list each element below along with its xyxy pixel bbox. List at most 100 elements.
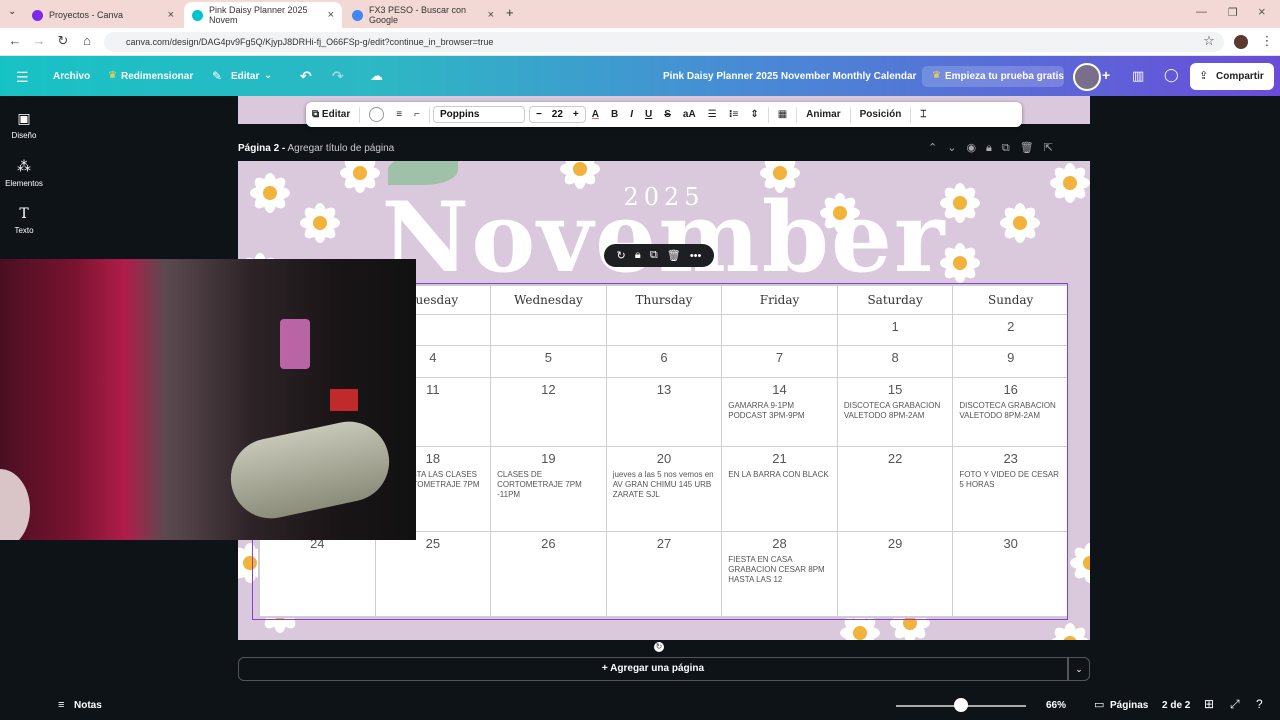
close-tab-icon[interactable]: × bbox=[168, 9, 174, 21]
add-page-button[interactable]: + Agregar una página bbox=[238, 657, 1068, 681]
day-event-text[interactable]: DISCOTECA GRABACION VALETODO 8PM-2AM bbox=[838, 397, 953, 421]
day-event-text[interactable]: jueves a las 5 nos vemos en AV GRAN CHIM… bbox=[607, 466, 722, 500]
calendar-day-cell[interactable]: 13 bbox=[605, 376, 723, 448]
tab-google[interactable]: FX3 PESO - Buscar con Google × bbox=[344, 2, 502, 28]
bookmark-star-icon[interactable]: ☆ bbox=[1200, 33, 1218, 49]
reload-icon[interactable]: ↻ bbox=[54, 33, 72, 49]
calendar-day-cell[interactable]: 14 GAMARRA 9-1PM PODCAST 3PM-9PM bbox=[721, 376, 838, 448]
redo-icon[interactable]: ↷ bbox=[332, 68, 344, 85]
calendar-day-cell[interactable]: 12 bbox=[490, 376, 607, 448]
day-event-text[interactable]: CLASES DE CORTOMETRAJE 7PM -11PM bbox=[491, 466, 606, 500]
delete-icon[interactable]: 🗑︎ bbox=[1020, 142, 1044, 154]
close-tab-icon[interactable]: × bbox=[328, 9, 334, 21]
calendar-day-cell[interactable]: 24 bbox=[259, 531, 376, 617]
sidebar-item-diseno[interactable]: ▣ Diseño bbox=[0, 110, 48, 140]
calendar-day-cell[interactable]: 16 DISCOTECA GRABACION VALETODO 8PM-2AM bbox=[952, 376, 1069, 448]
corner-rounding-icon[interactable]: ⌐ bbox=[408, 109, 426, 120]
day-event-text[interactable]: FOTO Y VIDEO DE CESAR 5 HORAS bbox=[953, 466, 1068, 490]
calendar-day-cell[interactable]: 5 bbox=[490, 345, 607, 378]
day-event-text[interactable]: EN LA BARRA CON BLACK bbox=[722, 466, 837, 480]
calendar-day-cell[interactable]: 25 bbox=[374, 531, 492, 617]
share-button[interactable]: ⇪ Compartir bbox=[1190, 63, 1274, 90]
calendar-day-cell[interactable]: 15 DISCOTECA GRABACION VALETODO 8PM-2AM bbox=[836, 376, 954, 448]
align-center-icon[interactable]: ☰ bbox=[702, 109, 723, 120]
user-avatar[interactable] bbox=[1073, 63, 1101, 91]
tab-proyectos[interactable]: Proyectos - Canva × bbox=[24, 2, 182, 28]
forward-icon[interactable]: → bbox=[30, 33, 48, 48]
underline-icon[interactable]: U bbox=[639, 109, 658, 120]
chevron-down-icon[interactable]: ⌄ bbox=[264, 70, 272, 81]
calendar-day-cell[interactable]: 9 bbox=[952, 345, 1069, 378]
notes-button[interactable]: Notas bbox=[74, 700, 102, 711]
strikethrough-icon[interactable]: S bbox=[658, 109, 677, 120]
lock-icon[interactable]: 🔒︎ bbox=[986, 142, 1002, 154]
editar-menu[interactable]: Editar bbox=[231, 71, 259, 82]
calendar-day-cell[interactable]: 20 jueves a las 5 nos vemos en AV GRAN CH… bbox=[605, 446, 723, 533]
calendar-day-cell[interactable]: 30 bbox=[952, 531, 1069, 617]
rotate-icon[interactable]: ↻ bbox=[617, 249, 626, 262]
document-title[interactable]: Pink Daisy Planner 2025 November Monthly… bbox=[663, 71, 916, 82]
decrease-size-icon[interactable]: − bbox=[536, 109, 542, 120]
bold-icon[interactable]: B bbox=[605, 109, 624, 120]
calendar-day-cell[interactable]: 7 bbox=[721, 345, 838, 378]
position-button[interactable]: Posición bbox=[854, 109, 908, 120]
redimensionar-button[interactable]: Redimensionar bbox=[121, 71, 193, 82]
trial-button[interactable]: ♛ Empieza tu prueba gratis bbox=[922, 66, 1064, 87]
duplicate-icon[interactable]: ⧉ bbox=[650, 249, 658, 262]
calendar-day-cell[interactable]: 6 bbox=[605, 345, 723, 378]
archivo-menu[interactable]: Archivo bbox=[53, 71, 90, 82]
edit-magic-button[interactable]: ⧉ Editar bbox=[306, 109, 356, 120]
spacing-icon[interactable]: ⇕ bbox=[744, 109, 764, 120]
close-window-icon[interactable]: × bbox=[1258, 4, 1266, 19]
day-event-text[interactable]: GAMARRA 9-1PM PODCAST 3PM-9PM bbox=[722, 397, 837, 421]
font-selector[interactable]: Poppins bbox=[432, 106, 525, 123]
tab-pink-daisy[interactable]: Pink Daisy Planner 2025 Novem × bbox=[184, 2, 342, 28]
insights-chart-icon[interactable]: ▥ bbox=[1132, 68, 1144, 84]
list-icon[interactable]: ⁝≡ bbox=[723, 109, 745, 120]
day-event-text[interactable]: FIESTA EN CASA GRABACION CESAR 8PM HASTA… bbox=[722, 551, 837, 585]
sidebar-item-elementos[interactable]: ⁂ Elementos bbox=[0, 158, 48, 188]
tab-list-chevron-icon[interactable]: ⌄ bbox=[8, 6, 16, 17]
pages-button[interactable]: Páginas bbox=[1110, 700, 1148, 711]
back-icon[interactable]: ← bbox=[6, 33, 24, 48]
calendar-day-cell[interactable]: 26 bbox=[490, 531, 607, 617]
fullscreen-icon[interactable]: ⤢ bbox=[1230, 697, 1240, 712]
calendar-day-cell[interactable] bbox=[605, 313, 723, 347]
text-color-icon[interactable]: A bbox=[586, 109, 605, 120]
sidebar-item-texto[interactable]: T Texto bbox=[0, 206, 48, 235]
calendar-day-cell[interactable] bbox=[490, 313, 607, 347]
animate-button[interactable]: Animar bbox=[800, 109, 846, 120]
duplicate-icon[interactable]: ⧉ bbox=[1002, 142, 1020, 154]
browser-menu-icon[interactable]: ⋮ bbox=[1258, 33, 1276, 49]
minimize-icon[interactable]: — bbox=[1196, 6, 1207, 18]
calendar-day-cell[interactable]: 21 EN LA BARRA CON BLACK bbox=[721, 446, 838, 533]
add-collaborator-icon[interactable]: + bbox=[1102, 67, 1110, 83]
new-tab-icon[interactable]: + bbox=[506, 5, 514, 20]
calendar-day-cell[interactable]: 8 bbox=[836, 345, 954, 378]
url-field[interactable]: canva.com/design/DAG4pv9Fg5Q/KjypJ8DRHi-… bbox=[104, 32, 1224, 52]
menu-icon[interactable]: ☰ bbox=[16, 69, 29, 86]
calendar-day-cell[interactable]: 2 bbox=[952, 313, 1069, 347]
lock-icon[interactable]: 🔒︎ bbox=[635, 249, 641, 262]
calendar-day-cell[interactable]: 28 FIESTA EN CASA GRABACION CESAR 8PM HAS… bbox=[721, 531, 838, 617]
calendar-day-cell[interactable]: 19 CLASES DE CORTOMETRAJE 7PM -11PM bbox=[490, 446, 607, 533]
calendar-day-cell[interactable]: 22 bbox=[836, 446, 954, 533]
zoom-slider-thumb[interactable] bbox=[954, 698, 968, 712]
copy-style-icon[interactable]: ⌶ bbox=[914, 109, 932, 120]
more-options-icon[interactable]: ••• bbox=[690, 250, 702, 262]
home-icon[interactable]: ⌂ bbox=[78, 33, 96, 48]
profile-avatar[interactable] bbox=[1234, 35, 1248, 49]
zoom-level[interactable]: 66% bbox=[1046, 700, 1066, 711]
calendar-day-cell[interactable] bbox=[721, 313, 838, 347]
add-page-chevron-icon[interactable]: ⌄ bbox=[1068, 657, 1090, 681]
letter-case-icon[interactable]: aA bbox=[677, 109, 702, 120]
move-up-icon[interactable]: ⌃ bbox=[928, 142, 947, 154]
calendar-day-cell[interactable]: 23 FOTO Y VIDEO DE CESAR 5 HORAS bbox=[952, 446, 1069, 533]
calendar-day-cell[interactable]: 27 bbox=[605, 531, 723, 617]
month-heading[interactable]: November bbox=[358, 181, 970, 294]
day-event-text[interactable]: DISCOTECA GRABACION VALETODO 8PM-2AM bbox=[953, 397, 1068, 421]
increase-size-icon[interactable]: + bbox=[573, 109, 579, 120]
close-tab-icon[interactable]: × bbox=[488, 9, 494, 21]
calendar-day-cell[interactable]: 29 bbox=[836, 531, 954, 617]
transparency-icon[interactable]: ▦ bbox=[772, 109, 793, 120]
